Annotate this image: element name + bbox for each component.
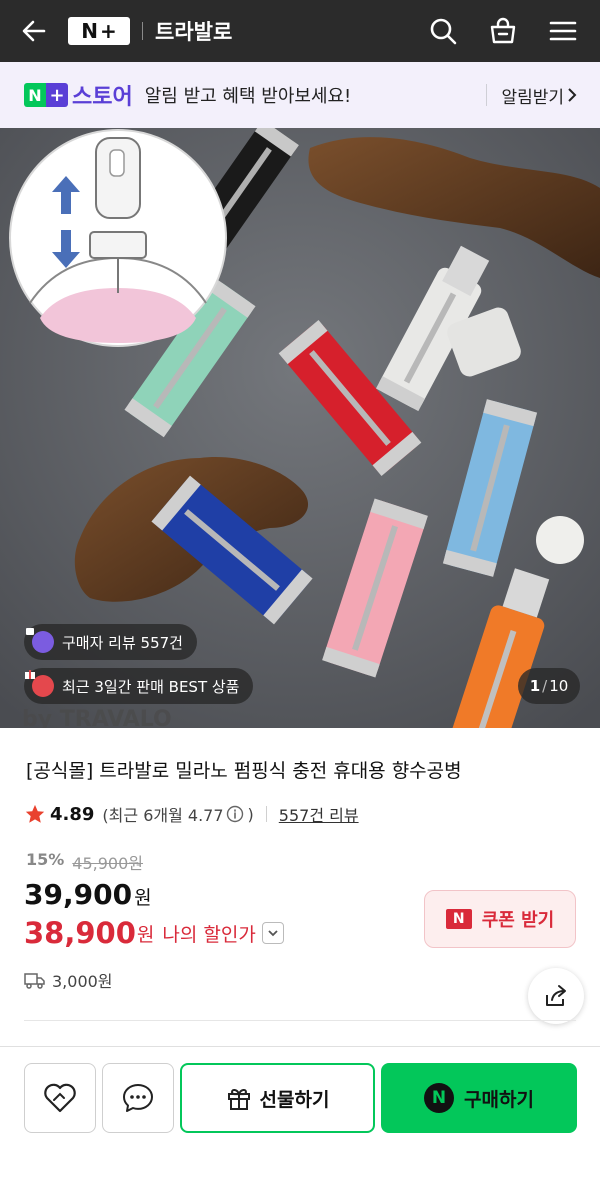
chevron-down-icon: [268, 930, 278, 937]
review-chip-label: 구매자 리뷰 557건: [62, 633, 183, 652]
original-price: 45,900원: [72, 854, 144, 873]
share-icon: [546, 985, 566, 1006]
discount-percent: 15%: [26, 850, 65, 869]
gallery-current: 1: [529, 677, 541, 695]
rating-row: 4.89 (최근 6개월 4.77 ) 557건 리뷰: [24, 802, 359, 826]
banner-message: 알림 받고 혜택 받아보세요!: [144, 86, 352, 107]
chat-bubble-icon: [123, 1084, 153, 1112]
back-arrow-icon: [22, 20, 46, 42]
naver-plus-store-logo: N +: [24, 83, 68, 107]
action-bar-border: [0, 1046, 600, 1047]
top-bar: N + 트라발로: [0, 0, 600, 62]
heart-icon: [44, 1083, 76, 1113]
review-count-link[interactable]: 557건 리뷰: [279, 802, 359, 826]
naver-pay-n-icon: N: [424, 1083, 455, 1113]
like-button[interactable]: [24, 1063, 96, 1133]
logo-plus: +: [46, 83, 68, 107]
menu-icon: [549, 21, 577, 41]
naver-plus-logo[interactable]: N +: [68, 17, 130, 45]
shipping-fee: 3,000원: [24, 968, 113, 992]
search-icon: [430, 18, 457, 45]
header-separator: [142, 22, 143, 40]
gallery-page-counter: 1 / 10: [518, 668, 580, 704]
menu-button[interactable]: [540, 8, 586, 54]
share-button[interactable]: [528, 968, 584, 1024]
home-indicator-area: [0, 1196, 600, 1200]
header-icons: [420, 8, 586, 54]
my-discount-price[interactable]: 38,900 원 나의 할인가: [24, 916, 284, 950]
cart-button[interactable]: [480, 8, 526, 54]
rating-separator: [265, 806, 267, 822]
my-price-label: 나의 할인가: [162, 923, 256, 946]
subscribe-alert-button[interactable]: 알림받기: [486, 84, 580, 108]
best-seller-chip: 최근 3일간 판매 BEST 상품: [24, 668, 254, 704]
logo-n: N: [24, 83, 46, 107]
info-icon[interactable]: [226, 805, 244, 823]
buy-label: 구매하기: [464, 1088, 534, 1111]
gift-button[interactable]: 선물하기: [180, 1063, 375, 1133]
coupon-n-badge: N: [445, 909, 472, 929]
discount-row: 15% 45,900원: [26, 850, 143, 874]
brand-name[interactable]: 트라발로: [155, 16, 232, 46]
recent-rating-close: ): [247, 804, 254, 824]
gift-icon: [227, 1088, 250, 1110]
chevron-right-icon: [568, 88, 577, 102]
review-count-chip[interactable]: 구매자 리뷰 557건: [24, 624, 197, 660]
store-label: 스토어: [72, 85, 133, 110]
logo-n: N: [81, 19, 98, 43]
sale-price-number: 39,900: [24, 878, 133, 911]
sale-price: 39,900 원: [24, 878, 152, 911]
watermark: by TRAVALO: [22, 707, 172, 728]
rating-score: 4.89: [50, 803, 95, 825]
my-price-number: 38,900: [24, 916, 136, 950]
gallery-slash: /: [542, 677, 548, 695]
product-image-gallery[interactable]: by TRAVALO 구매자 리뷰 557건 최근 3일간 판매 BEST 상품…: [0, 128, 600, 728]
refill-diagram-inset: [9, 129, 227, 347]
search-button[interactable]: [420, 8, 466, 54]
delivery-truck-icon: [24, 973, 45, 989]
small-cap: [536, 516, 584, 564]
gift-box-icon: [25, 670, 54, 697]
product-title: [공식몰] 트라발로 밀라노 펌핑식 충전 휴대용 향수공병: [26, 760, 462, 782]
star-icon: [25, 804, 45, 823]
my-price-unit: 원: [136, 923, 155, 946]
store-notification-banner[interactable]: N + 스토어 알림 받고 혜택 받아보세요! 알림받기: [0, 62, 600, 128]
gallery-total: 10: [549, 677, 569, 695]
subscribe-label: 알림받기: [501, 87, 564, 108]
back-button[interactable]: [8, 5, 60, 57]
sale-price-unit: 원: [134, 887, 152, 909]
buy-button[interactable]: N 구매하기: [381, 1063, 577, 1133]
logo-plus: +: [99, 19, 117, 43]
gift-label: 선물하기: [259, 1088, 330, 1111]
shipping-fee-value: 3,000원: [52, 972, 113, 991]
best-chip-label: 최근 3일간 판매 BEST 상품: [62, 677, 240, 696]
section-divider: [24, 1020, 576, 1021]
coupon-label: 쿠폰 받기: [481, 910, 555, 931]
recent-rating: (최근 6개월 4.77: [102, 806, 224, 825]
review-bag-icon: [26, 628, 54, 653]
my-price-expand-button[interactable]: [261, 922, 284, 944]
coupon-button[interactable]: N 쿠폰 받기: [424, 890, 576, 948]
talk-button[interactable]: [102, 1063, 174, 1133]
shopping-bag-icon: [490, 17, 516, 44]
